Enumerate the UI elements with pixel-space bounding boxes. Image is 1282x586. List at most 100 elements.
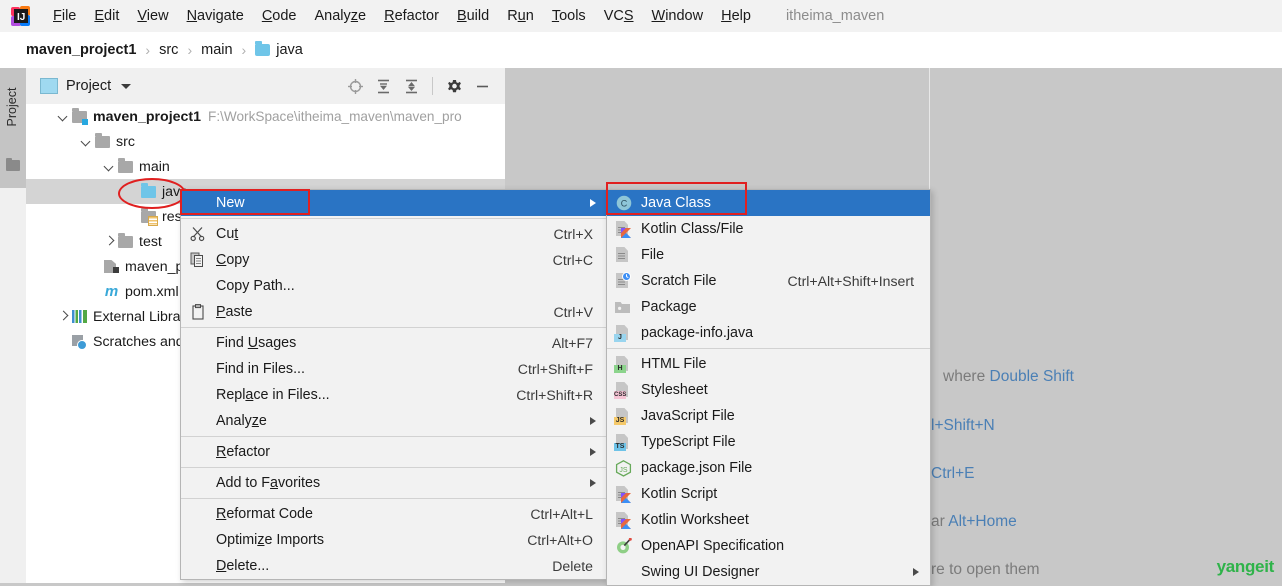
kotlin-file-icon: [613, 485, 635, 503]
context-menu-item-find-in-files[interactable]: Find in Files... Ctrl+Shift+F: [181, 356, 607, 382]
kotlin-file-icon: [613, 511, 635, 529]
submenu-item-file[interactable]: File: [607, 242, 930, 268]
menu-run[interactable]: Run: [498, 0, 543, 32]
tool-strip-project-button[interactable]: Project: [0, 68, 26, 188]
chevron-right-icon[interactable]: [104, 236, 115, 247]
submenu-item-kotlin-worksheet[interactable]: Kotlin Worksheet: [607, 507, 930, 533]
breadcrumb-item-src[interactable]: src: [159, 42, 178, 58]
menu-item-label: Paste: [216, 304, 253, 320]
submenu-item-html-file[interactable]: H HTML File: [607, 351, 930, 377]
hide-minimize-icon[interactable]: [469, 73, 495, 99]
submenu-item-label: package.json File: [641, 460, 753, 476]
context-menu-item-new[interactable]: New: [180, 189, 607, 216]
submenu-item-package-info-java[interactable]: J package-info.java: [607, 320, 930, 346]
menu-view[interactable]: View: [128, 0, 177, 32]
submenu-item-scratch-file[interactable]: Scratch File Ctrl+Alt+Shift+Insert: [607, 268, 930, 294]
submenu-item-package-json-file[interactable]: JS package.json File: [607, 455, 930, 481]
menu-window[interactable]: Window: [643, 0, 713, 32]
folder-icon: [118, 157, 133, 173]
resources-root-folder-icon: [141, 207, 158, 226]
settings-gear-icon[interactable]: [441, 73, 467, 99]
menu-file-label: ile: [61, 8, 77, 24]
collapse-all-icon[interactable]: [398, 73, 424, 99]
menu-item-label: Copy Path...: [216, 278, 295, 294]
submenu-item-package[interactable]: Package: [607, 294, 930, 320]
submenu-item-typescript-file[interactable]: TS TypeScript File: [607, 429, 930, 455]
external-libraries-icon: [72, 310, 87, 323]
breadcrumb-item-java[interactable]: java: [276, 42, 303, 58]
submenu-item-label: package-info.java: [641, 325, 754, 341]
context-menu-item-reformat-code[interactable]: Reformat Code Ctrl+Alt+L: [181, 501, 607, 527]
menu-edit[interactable]: Edit: [85, 0, 128, 32]
chevron-down-icon[interactable]: [81, 136, 92, 147]
menu-item-label: Delete...: [216, 558, 270, 574]
chevron-right-icon[interactable]: [58, 311, 69, 322]
submenu-item-label: JavaScript File: [641, 408, 735, 424]
context-menu-item-delete[interactable]: Delete... Delete: [181, 553, 607, 579]
menu-code[interactable]: Code: [253, 0, 306, 32]
context-menu-item-add-to-favorites[interactable]: Add to Favorites: [181, 470, 607, 496]
menu-tools[interactable]: Tools: [543, 0, 595, 32]
menu-code-mnemonic: C: [261, 8, 273, 24]
new-submenu[interactable]: C Java Class Kotlin Class/File File Scra…: [606, 182, 931, 586]
blank-icon: [186, 557, 212, 575]
context-menu[interactable]: New Cut Ctrl+X Copy Ctrl+C Copy Path... …: [180, 189, 608, 580]
submenu-item-kotlin-class-file[interactable]: Kotlin Class/File: [607, 216, 930, 242]
expand-all-icon[interactable]: [370, 73, 396, 99]
submenu-item-label: Java Class: [641, 195, 711, 211]
submenu-item-openapi-specification[interactable]: OpenAPI Specification: [607, 533, 930, 559]
tree-label: main: [139, 158, 170, 175]
hint-line-1: where Double Shift: [943, 368, 1074, 385]
menu-file-mnemonic: F: [53, 8, 62, 24]
context-menu-item-copy[interactable]: Copy Ctrl+C: [181, 247, 607, 273]
submenu-item-label: Kotlin Script: [641, 486, 718, 502]
chevron-down-icon[interactable]: [58, 111, 69, 122]
main-menu-bar: IJ File Edit View Navigate Code Analyze …: [0, 0, 1282, 32]
context-menu-item-cut[interactable]: Cut Ctrl+X: [181, 221, 607, 247]
chevron-down-icon[interactable]: [104, 161, 115, 172]
java-class-icon: C: [613, 194, 635, 212]
blank-icon: [186, 386, 212, 404]
submenu-item-swing-ui-designer[interactable]: Swing UI Designer: [607, 559, 930, 585]
context-menu-item-replace-in-files[interactable]: Replace in Files... Ctrl+Shift+R: [181, 382, 607, 408]
context-menu-item-optimize-imports[interactable]: Optimize Imports Ctrl+Alt+O: [181, 527, 607, 553]
menu-item-label: Copy: [216, 252, 250, 268]
breadcrumb: maven_project1 › src › main › java: [0, 32, 1282, 68]
breadcrumb-item-project[interactable]: maven_project1: [26, 42, 136, 58]
submenu-item-label: TypeScript File: [641, 434, 736, 450]
tree-row-main[interactable]: main: [26, 154, 505, 179]
submenu-item-stylesheet[interactable]: CSS Stylesheet: [607, 377, 930, 403]
menu-item-label: Cut: [216, 226, 239, 242]
submenu-item-label: File: [641, 247, 665, 263]
context-menu-item-copy-path[interactable]: Copy Path...: [181, 273, 607, 299]
submenu-arrow-icon: [590, 199, 596, 207]
menu-view-mnemonic: V: [137, 8, 147, 24]
chevron-down-icon[interactable]: [121, 83, 132, 89]
submenu-item-java-class[interactable]: C Java Class: [606, 182, 930, 216]
breadcrumb-item-main[interactable]: main: [201, 42, 232, 58]
menu-vcs[interactable]: VCS: [595, 0, 643, 32]
watermark-logo: yangeit: [1216, 557, 1275, 576]
menu-item-label: Replace in Files...: [216, 387, 330, 403]
context-menu-item-find-usages[interactable]: Find Usages Alt+F7: [181, 330, 607, 356]
context-menu-item-refactor[interactable]: Refactor: [181, 439, 607, 465]
submenu-item-javascript-file[interactable]: JS JavaScript File: [607, 403, 930, 429]
menu-file[interactable]: File: [44, 0, 85, 32]
submenu-item-label: Kotlin Class/File: [641, 221, 744, 237]
locate-target-icon[interactable]: [342, 73, 368, 99]
tree-row-src[interactable]: src: [26, 129, 505, 154]
submenu-item-kotlin-script[interactable]: Kotlin Script: [607, 481, 930, 507]
hint-line-4: ar Alt+Home: [931, 513, 1017, 530]
menu-help[interactable]: Help: [712, 0, 760, 32]
menu-refactor[interactable]: Refactor: [375, 0, 448, 32]
context-menu-item-analyze[interactable]: Analyze: [181, 408, 607, 434]
js-badge: JS: [614, 417, 626, 425]
menu-analyze[interactable]: Analyze: [306, 0, 376, 32]
project-view-icon: [40, 78, 58, 94]
context-menu-item-paste[interactable]: Paste Ctrl+V: [181, 299, 607, 325]
clipboard-icon: [186, 303, 212, 321]
menu-navigate[interactable]: Navigate: [178, 0, 253, 32]
project-tool-window-header: Project: [26, 68, 505, 104]
menu-build[interactable]: Build: [448, 0, 498, 32]
tree-row-maven_project1[interactable]: maven_project1 F:\WorkSpace\itheima_mave…: [26, 104, 505, 129]
